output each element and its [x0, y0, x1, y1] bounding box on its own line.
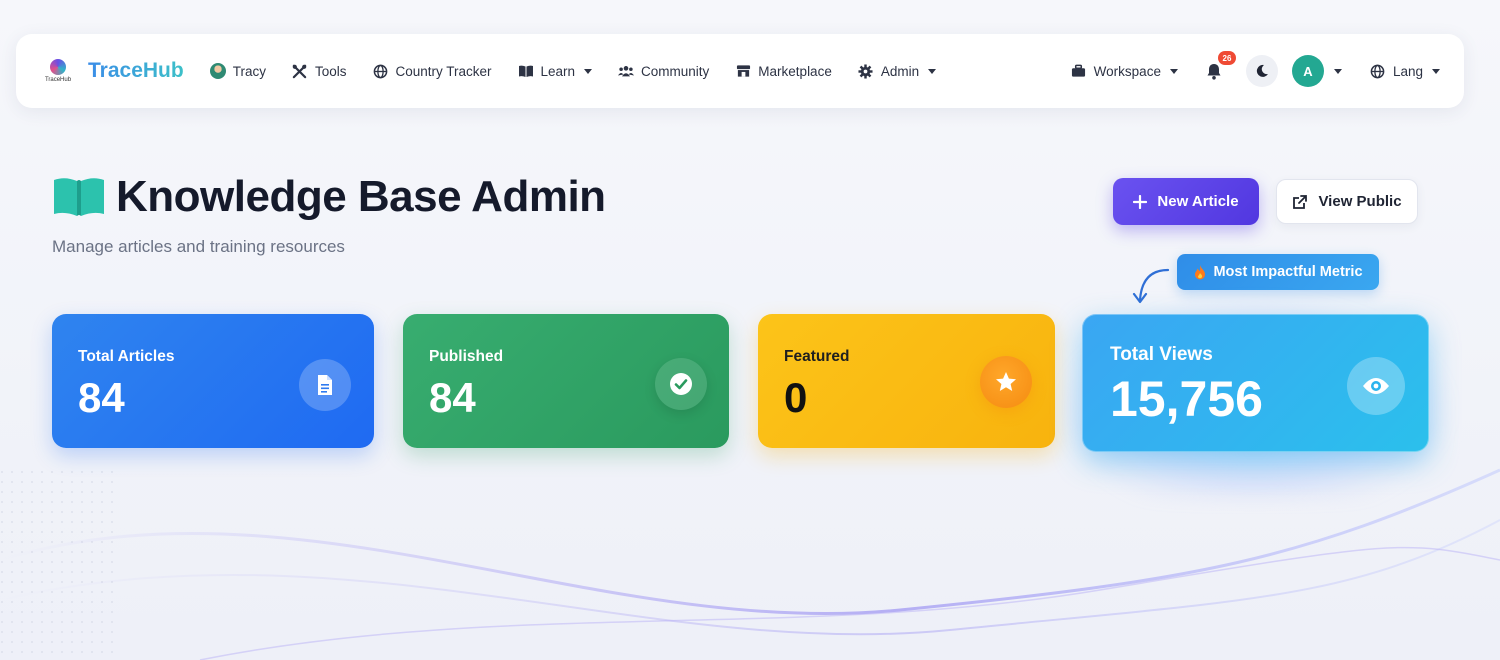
store-icon — [735, 63, 751, 79]
navbar-right-group: Workspace 26 A Lang — [1071, 51, 1440, 87]
most-impactful-badge: Most Impactful Metric — [1177, 254, 1379, 290]
chevron-down-icon — [1169, 68, 1178, 74]
stat-card-total-articles[interactable]: Total Articles 84 — [52, 314, 374, 448]
nav-item-label: Learn — [540, 63, 576, 79]
language-label: Lang — [1392, 63, 1423, 79]
tools-icon — [292, 63, 308, 79]
user-avatar[interactable]: A — [1291, 55, 1324, 87]
plus-icon — [1133, 194, 1148, 209]
nav-item-label: Tracy — [232, 63, 266, 79]
stat-value: 0 — [784, 374, 808, 421]
stat-card-published[interactable]: Published 84 — [403, 314, 729, 448]
book-icon — [518, 63, 534, 79]
stat-label: Featured — [784, 348, 850, 365]
page-title-text: Knowledge Base Admin — [116, 172, 606, 221]
brand-name: TraceHub — [88, 59, 184, 82]
stat-value: 15,756 — [1110, 371, 1263, 427]
brand[interactable]: TraceHub TraceHub — [40, 53, 184, 89]
globe-icon — [372, 63, 388, 79]
chevron-down-icon — [1432, 68, 1440, 74]
notifications-button[interactable]: 26 — [1204, 51, 1236, 81]
nav-item-label: Tools — [314, 63, 347, 79]
stat-card-total-views[interactable]: Total Views 15,756 — [1082, 314, 1429, 452]
star-icon — [980, 356, 1032, 408]
nav-item-label: Marketplace — [758, 63, 832, 79]
brand-logo: TraceHub — [40, 53, 76, 89]
language-dropdown[interactable]: Lang — [1370, 63, 1440, 79]
chevron-down-icon[interactable] — [1333, 68, 1342, 74]
nav-item-tracy[interactable]: Tracy — [209, 63, 266, 79]
user-avatar-icon — [209, 63, 226, 79]
bell-icon — [1207, 63, 1221, 80]
page-title: Knowledge Base Admin — [52, 172, 606, 222]
stat-label: Total Articles — [78, 348, 175, 365]
external-link-icon — [1293, 194, 1308, 209]
nav-item-country-tracker[interactable]: Country Tracker — [372, 63, 492, 79]
briefcase-icon — [1071, 63, 1087, 79]
check-circle-icon — [655, 358, 707, 410]
nav-item-tools[interactable]: Tools — [292, 63, 347, 79]
nav-item-marketplace[interactable]: Marketplace — [735, 63, 832, 79]
fire-icon — [1195, 265, 1206, 280]
nav-item-label: Community — [641, 63, 710, 79]
stat-value: 84 — [429, 374, 476, 421]
view-public-label: View Public — [1318, 193, 1402, 210]
new-article-button[interactable]: New Article — [1113, 178, 1259, 225]
chevron-down-icon — [928, 68, 937, 74]
stat-value: 84 — [78, 374, 125, 421]
nav-item-learn[interactable]: Learn — [518, 63, 593, 79]
stat-card-featured[interactable]: Featured 0 — [758, 314, 1055, 448]
page-subtitle: Manage articles and training resources — [52, 237, 345, 256]
document-icon — [299, 359, 351, 411]
nav-item-label: Country Tracker — [395, 63, 492, 79]
open-book-icon — [54, 178, 104, 216]
new-article-label: New Article — [1157, 193, 1239, 210]
view-public-button[interactable]: View Public — [1276, 179, 1418, 224]
moon-icon — [1256, 64, 1268, 77]
eye-icon — [1347, 357, 1405, 415]
users-icon — [618, 63, 635, 79]
stat-label: Total Views — [1110, 344, 1213, 365]
gear-icon — [858, 63, 874, 79]
stat-label: Published — [429, 348, 504, 365]
nav-item-label: Admin — [880, 63, 920, 79]
workspace-dropdown[interactable]: Workspace — [1071, 63, 1178, 79]
nav-item-community[interactable]: Community — [618, 63, 709, 79]
theme-toggle-button[interactable] — [1245, 55, 1278, 87]
nav-item-admin[interactable]: Admin — [858, 63, 937, 79]
most-impactful-label: Most Impactful Metric — [1213, 264, 1363, 280]
workspace-label: Workspace — [1093, 63, 1161, 79]
notification-count-badge: 26 — [1217, 51, 1236, 65]
globe-icon — [1370, 63, 1386, 79]
top-navbar: TraceHub TraceHub Tracy Tools Country Tr… — [16, 34, 1464, 108]
chevron-down-icon — [584, 68, 593, 74]
